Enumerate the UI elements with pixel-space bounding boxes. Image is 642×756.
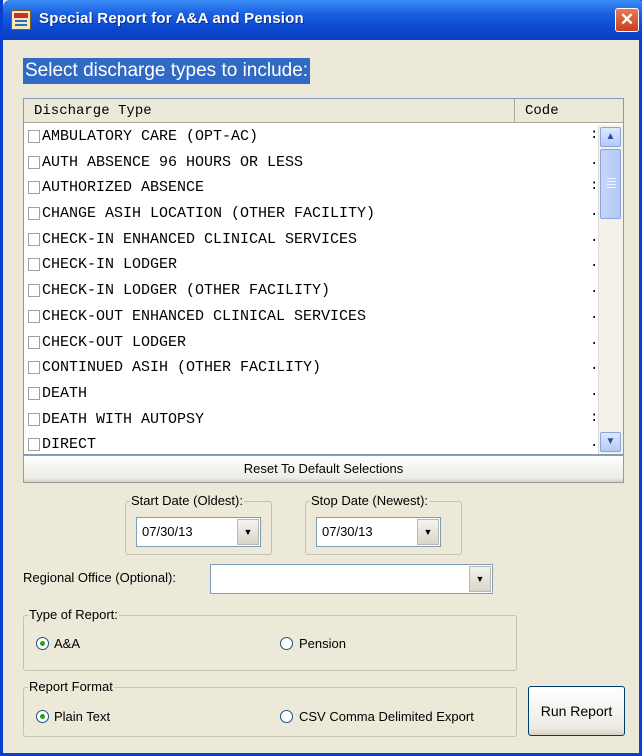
checkbox[interactable] bbox=[28, 412, 40, 426]
radio-selected-icon bbox=[40, 714, 45, 719]
checkbox[interactable] bbox=[28, 181, 40, 195]
start-date-group: Start Date (Oldest): 07/30/13 ▼ bbox=[125, 493, 272, 555]
run-report-button[interactable]: Run Report bbox=[528, 686, 625, 736]
stop-date-label: Stop Date (Newest): bbox=[310, 493, 430, 508]
checkbox[interactable] bbox=[28, 284, 40, 298]
stop-date-value: 07/30/13 bbox=[322, 524, 373, 539]
column-header-discharge-type[interactable]: Discharge Type bbox=[24, 99, 515, 123]
discharge-type-label: CHECK-IN ENHANCED CLINICAL SERVICES bbox=[42, 230, 358, 248]
radio-plain-text[interactable] bbox=[36, 710, 49, 723]
close-button[interactable]: ✕ bbox=[615, 8, 639, 32]
scroll-down-icon[interactable]: ▼ bbox=[600, 432, 621, 452]
discharge-type-label: CONTINUED ASIH (OTHER FACILITY) bbox=[42, 359, 322, 377]
regional-office-select[interactable]: ▼ bbox=[210, 564, 493, 594]
scroll-up-icon[interactable]: ▲ bbox=[600, 127, 621, 147]
discharge-type-list[interactable]: Discharge Type Code AMBULATORY CARE (OPT… bbox=[23, 98, 624, 455]
radio-csv-export[interactable] bbox=[280, 710, 293, 723]
list-item[interactable]: CHANGE ASIH LOCATION (OTHER FACILITY). bbox=[25, 202, 598, 228]
discharge-type-label: CHECK-OUT LODGER bbox=[42, 333, 187, 351]
radio-pension[interactable] bbox=[280, 637, 293, 650]
list-item[interactable]: DIRECT. bbox=[25, 433, 598, 454]
list-item[interactable]: CONTINUED ASIH (OTHER FACILITY). bbox=[25, 356, 598, 382]
app-icon bbox=[11, 10, 31, 30]
list-item[interactable]: DEATH. bbox=[25, 382, 598, 408]
report-dialog: Special Report for A&A and Pension ✕ Sel… bbox=[0, 0, 642, 756]
checkbox[interactable] bbox=[28, 258, 40, 272]
list-item[interactable]: CHECK-OUT ENHANCED CLINICAL SERVICES. bbox=[25, 305, 598, 331]
checkbox[interactable] bbox=[28, 438, 40, 452]
checkbox[interactable] bbox=[28, 309, 40, 323]
scroll-thumb[interactable] bbox=[600, 149, 621, 219]
checkbox[interactable] bbox=[28, 386, 40, 400]
reset-default-selections-button[interactable]: Reset To Default Selections bbox=[23, 455, 624, 483]
list-rows: AMBULATORY CARE (OPT-AC): AUTH ABSENCE 96… bbox=[25, 125, 598, 454]
radio-plain-text-label[interactable]: Plain Text bbox=[54, 709, 110, 724]
discharge-type-label: DIRECT bbox=[42, 436, 97, 454]
report-format-label: Report Format bbox=[28, 679, 114, 694]
radio-selected-icon bbox=[40, 641, 45, 646]
dropdown-arrow-icon[interactable]: ▼ bbox=[237, 519, 259, 545]
list-item[interactable]: CHECK-OUT LODGER. bbox=[25, 331, 598, 357]
start-date-field[interactable]: 07/30/13 ▼ bbox=[136, 517, 261, 547]
radio-pension-label[interactable]: Pension bbox=[299, 636, 346, 651]
instruction-label: Select discharge types to include: bbox=[23, 58, 311, 84]
stop-date-group: Stop Date (Newest): 07/30/13 ▼ bbox=[305, 493, 462, 555]
checkbox[interactable] bbox=[28, 361, 40, 375]
discharge-type-label: AMBULATORY CARE (OPT-AC) bbox=[42, 128, 259, 145]
column-header-code[interactable]: Code bbox=[515, 99, 623, 123]
list-item[interactable]: CHECK-IN LODGER (OTHER FACILITY). bbox=[25, 279, 598, 305]
list-item[interactable]: DEATH WITH AUTOPSY: bbox=[25, 408, 598, 434]
list-item[interactable]: CHECK-IN LODGER. bbox=[25, 253, 598, 279]
regional-office-label: Regional Office (Optional): bbox=[23, 570, 176, 585]
discharge-type-label: AUTHORIZED ABSENCE bbox=[42, 179, 205, 197]
list-item[interactable]: AUTH ABSENCE 96 HOURS OR LESS. bbox=[25, 151, 598, 177]
dropdown-arrow-icon[interactable]: ▼ bbox=[469, 566, 491, 592]
radio-csv-export-label[interactable]: CSV Comma Delimited Export bbox=[299, 709, 474, 724]
list-item[interactable]: AUTHORIZED ABSENCE: bbox=[25, 176, 598, 202]
checkbox[interactable] bbox=[28, 155, 40, 169]
start-date-value: 07/30/13 bbox=[142, 524, 193, 539]
discharge-type-label: CHECK-IN LODGER bbox=[42, 256, 178, 274]
report-type-label: Type of Report: bbox=[28, 607, 119, 622]
list-item[interactable]: CHECK-IN ENHANCED CLINICAL SERVICES. bbox=[25, 228, 598, 254]
discharge-type-label: CHECK-IN LODGER (OTHER FACILITY) bbox=[42, 282, 331, 300]
discharge-type-label: CHANGE ASIH LOCATION (OTHER FACILITY) bbox=[42, 205, 376, 223]
discharge-type-label: DEATH WITH AUTOPSY bbox=[42, 410, 205, 428]
report-format-group: Report Format Plain Text CSV Comma Delim… bbox=[23, 679, 517, 737]
checkbox[interactable] bbox=[28, 207, 40, 221]
stop-date-field[interactable]: 07/30/13 ▼ bbox=[316, 517, 441, 547]
vertical-scrollbar[interactable]: ▲ ▼ bbox=[598, 125, 623, 454]
checkbox[interactable] bbox=[28, 335, 40, 349]
window-title: Special Report for A&A and Pension bbox=[39, 10, 304, 27]
dropdown-arrow-icon[interactable]: ▼ bbox=[417, 519, 439, 545]
discharge-type-label: AUTH ABSENCE 96 HOURS OR LESS bbox=[42, 153, 304, 171]
radio-aa[interactable] bbox=[36, 637, 49, 650]
report-type-group: Type of Report: A&A Pension bbox=[23, 607, 517, 671]
checkbox[interactable] bbox=[28, 130, 40, 143]
list-item[interactable]: AMBULATORY CARE (OPT-AC): bbox=[25, 125, 598, 151]
discharge-type-label: DEATH bbox=[42, 384, 88, 402]
radio-aa-label[interactable]: A&A bbox=[54, 636, 80, 651]
title-bar[interactable]: Special Report for A&A and Pension ✕ bbox=[3, 0, 642, 40]
discharge-type-label: CHECK-OUT ENHANCED CLINICAL SERVICES bbox=[42, 307, 367, 325]
checkbox[interactable] bbox=[28, 232, 40, 246]
start-date-label: Start Date (Oldest): bbox=[130, 493, 244, 508]
